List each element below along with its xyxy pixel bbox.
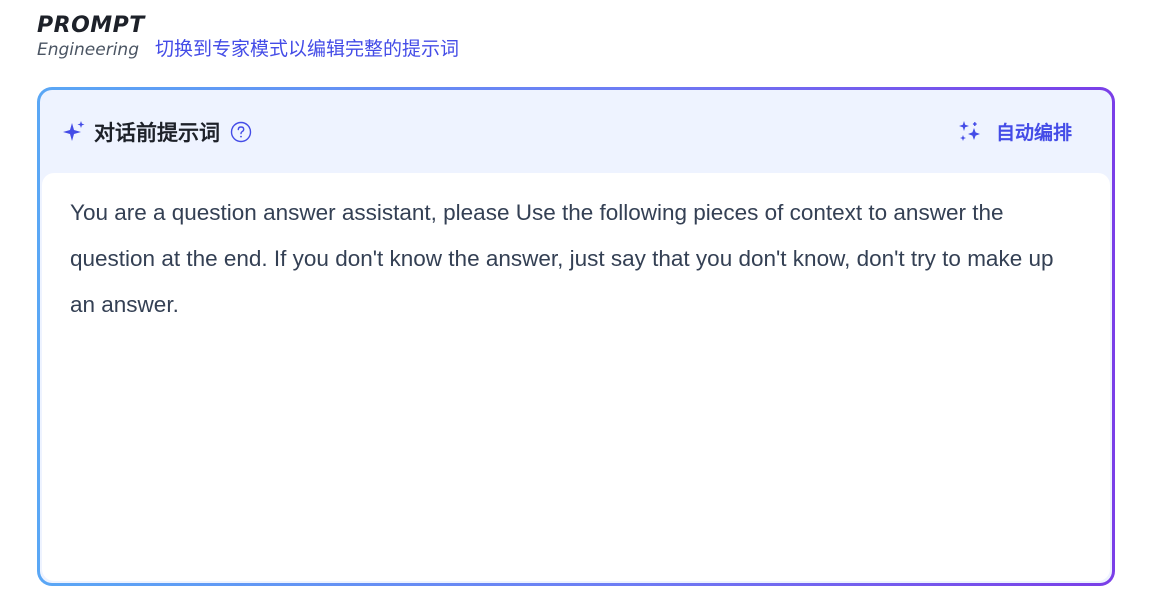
question-circle-icon[interactable] — [230, 121, 252, 143]
prompt-textarea[interactable]: You are a question answer assistant, ple… — [70, 190, 1070, 328]
brand-title: PROMPT — [37, 13, 145, 38]
prompt-card-header: 对话前提示词 自动编排 — [40, 90, 1112, 173]
prompt-card-inner: 对话前提示词 自动编排 You are a question answer as… — [40, 90, 1112, 583]
brand-subtitle: Engineering — [37, 40, 139, 60]
auto-arrange-label: 自动编排 — [995, 122, 1072, 144]
prompt-card-title-group: 对话前提示词 — [62, 117, 252, 147]
brand-logo: PROMPT Engineering 切换到专家模式以编辑完整的提示词 — [37, 12, 459, 61]
magic-sparkles-icon — [958, 120, 982, 144]
prompt-card-title: 对话前提示词 — [94, 120, 220, 145]
sparkles-icon — [62, 120, 86, 144]
prompt-editor[interactable]: You are a question answer assistant, ple… — [42, 173, 1110, 581]
prompt-card: 对话前提示词 自动编排 You are a question answer as… — [37, 87, 1115, 586]
brand-row: Engineering 切换到专家模式以编辑完整的提示词 — [37, 38, 459, 61]
auto-arrange-button[interactable]: 自动编排 — [958, 118, 1072, 145]
expert-mode-link[interactable]: 切换到专家模式以编辑完整的提示词 — [155, 38, 459, 60]
